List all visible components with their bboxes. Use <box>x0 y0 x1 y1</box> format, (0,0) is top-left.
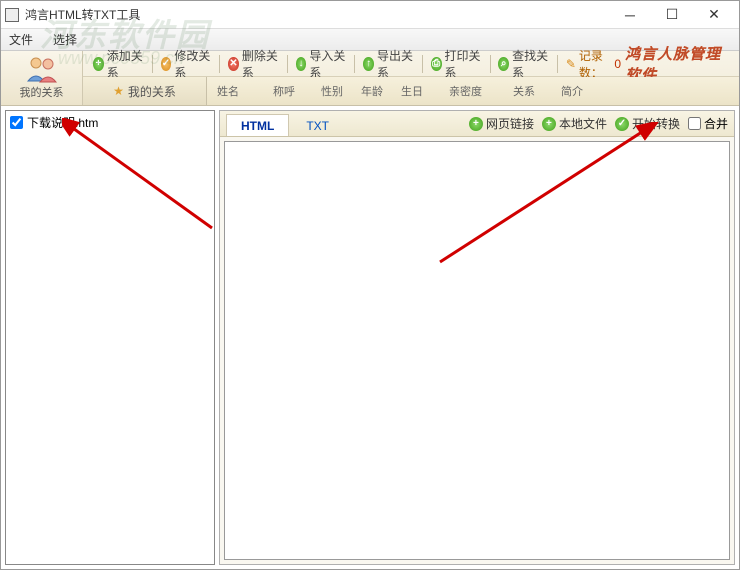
merge-label: 合并 <box>704 115 728 132</box>
print-icon: ⎙ <box>431 57 442 71</box>
web-link-button[interactable]: +网页链接 <box>469 115 534 132</box>
people-icon <box>24 55 60 83</box>
plus-icon: + <box>469 117 483 131</box>
file-list-panel: 下载说明.htm <box>5 110 215 565</box>
col-intro: 简介 <box>561 83 739 99</box>
check-icon: ✓ <box>615 117 629 131</box>
col-salutation: 称呼 <box>273 83 321 99</box>
editor-textarea[interactable] <box>224 141 730 560</box>
local-file-button[interactable]: +本地文件 <box>542 115 607 132</box>
app-icon <box>5 8 19 22</box>
col-gender: 性别 <box>321 83 361 99</box>
col-name: 姓名 <box>217 83 273 99</box>
tab-html[interactable]: HTML <box>226 114 289 136</box>
column-headers: 姓名 称呼 性别 年龄 生日 亲密度 关系 简介 <box>207 77 739 105</box>
close-button[interactable]: ✕ <box>693 2 735 28</box>
col-relation: 关系 <box>513 83 561 99</box>
toolbar-identity-label: 我的关系 <box>20 84 64 100</box>
toolbar-identity-block[interactable]: 我的关系 <box>1 51 83 105</box>
col-birthday: 生日 <box>401 83 449 99</box>
maximize-button[interactable]: ☐ <box>651 2 693 28</box>
star-icon: ★ <box>113 84 124 98</box>
up-icon: ↑ <box>363 57 374 71</box>
toolbar: 我的关系 +添加关系 ✓修改关系 ✕删除关系 ↓导入关系 ↑导出关系 ⎙打印关系… <box>1 51 739 106</box>
col-closeness: 亲密度 <box>449 83 513 99</box>
menu-file[interactable]: 文件 <box>5 29 37 50</box>
x-icon: ✕ <box>228 57 239 71</box>
menu-select[interactable]: 选择 <box>49 29 81 50</box>
content-panel: HTML TXT +网页链接 +本地文件 ✓开始转换 合并 <box>219 110 735 565</box>
tab-txt[interactable]: TXT <box>291 114 344 136</box>
start-convert-button[interactable]: ✓开始转换 <box>615 115 680 132</box>
record-count: ✎ 记录数：0 <box>566 47 621 81</box>
minimize-button[interactable]: ─ <box>609 2 651 28</box>
search-icon: ⌕ <box>498 57 509 71</box>
tab-my-relations[interactable]: ★ 我的关系 <box>83 77 207 105</box>
list-item[interactable]: 下载说明.htm <box>6 111 214 134</box>
window-title: 鸿言HTML转TXT工具 <box>25 6 140 23</box>
merge-checkbox[interactable] <box>688 117 701 130</box>
check-icon: ✓ <box>161 57 172 71</box>
file-checkbox[interactable] <box>10 116 23 129</box>
file-label: 下载说明.htm <box>27 114 98 131</box>
col-age: 年龄 <box>361 83 401 99</box>
down-icon: ↓ <box>296 57 307 71</box>
titlebar: 鸿言HTML转TXT工具 ─ ☐ ✕ <box>1 1 739 29</box>
plus-icon: + <box>542 117 556 131</box>
plus-icon: + <box>93 57 104 71</box>
